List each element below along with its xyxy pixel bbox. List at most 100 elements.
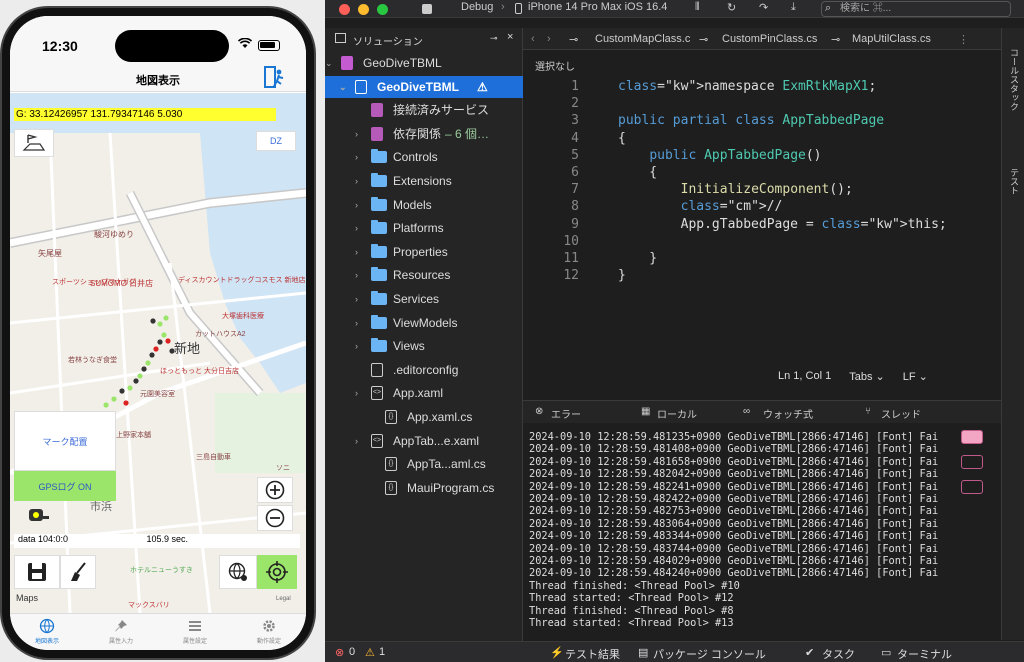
pin-icon[interactable]: ⊸ xyxy=(490,33,498,44)
tab-attribute-input[interactable]: 属性入力 xyxy=(84,614,158,650)
stop-icon[interactable] xyxy=(422,4,432,14)
test-results[interactable]: テスト結果 xyxy=(565,646,620,662)
save-button[interactable] xyxy=(14,555,60,589)
output-panel: ⊗ エラー ▦ ローカル ∞ ウォッチ式 ⑂ スレッド 2024-09-10 1… xyxy=(523,400,1001,640)
search-input[interactable]: 検索に ⌘... xyxy=(821,1,1011,17)
chevron-down-icon[interactable]: ⌄ xyxy=(325,52,333,74)
warning-icon[interactable]: ⚠ xyxy=(365,646,375,659)
tab-pin-icon[interactable]: ⊸ xyxy=(569,33,578,46)
tree-item-controls[interactable]: › Controls xyxy=(325,146,523,168)
tree-item-mauiprogram-cs[interactable]: {} MauiProgram.cs xyxy=(325,477,523,499)
exit-icon[interactable] xyxy=(262,65,288,91)
chevron-right-icon[interactable]: › xyxy=(547,33,551,45)
locate-button[interactable] xyxy=(257,555,297,589)
clear-button[interactable] xyxy=(60,555,96,589)
chevron-right-icon[interactable]: › xyxy=(355,123,358,145)
call-stack-panel-label[interactable]: コールスタック xyxy=(1008,48,1021,111)
tree-item--editorconfig[interactable]: .editorconfig xyxy=(325,359,523,381)
chevron-right-icon[interactable]: › xyxy=(355,430,358,452)
error-count-icon[interactable]: ⊗ xyxy=(335,646,344,659)
dz-button[interactable]: DZ xyxy=(256,131,296,151)
more-tabs-icon[interactable]: ⋮ xyxy=(958,33,969,46)
chevron-right-icon[interactable]: › xyxy=(355,194,358,216)
tab-pin-icon[interactable]: ⊸ xyxy=(699,33,708,46)
tree-item-extensions[interactable]: › Extensions xyxy=(325,170,523,192)
tab-custompinclass[interactable]: CustomPinClass.cs xyxy=(722,33,817,45)
code-editor[interactable]: ‹ › ⊸ CustomMapClass.c ⊸ CustomPinClass.… xyxy=(523,28,1001,398)
tape-measure-icon[interactable] xyxy=(26,505,52,525)
refresh-icon[interactable]: ↻ xyxy=(727,1,736,14)
tab-operation-settings[interactable]: 動作設定 xyxy=(232,614,306,650)
close-window-icon[interactable] xyxy=(339,4,350,15)
tree-item-views[interactable]: › Views xyxy=(325,335,523,357)
cursor-position[interactable]: Ln 1, Col 1 xyxy=(778,370,831,383)
close-icon[interactable]: × xyxy=(507,31,513,43)
step-into-icon[interactable]: ⤓ xyxy=(791,1,796,14)
tree-item-app-xaml-cs[interactable]: {} App.xaml.cs xyxy=(325,406,523,428)
tree-item-apptab-e-xaml[interactable]: › <> AppTab...e.xaml xyxy=(325,430,523,452)
tab-pin-icon[interactable]: ⊸ xyxy=(831,33,840,46)
test-panel-label[interactable]: テスト xyxy=(1008,168,1021,195)
chevron-right-icon[interactable]: › xyxy=(355,288,358,310)
tab-locals[interactable]: ローカル xyxy=(657,406,697,421)
chevron-right-icon[interactable]: › xyxy=(355,382,358,404)
map-layer-button[interactable] xyxy=(14,129,54,157)
terminal[interactable]: ターミナル xyxy=(897,646,952,662)
tree-item-platforms[interactable]: › Platforms xyxy=(325,217,523,239)
tab-custommapclass[interactable]: CustomMapClass.c xyxy=(595,33,690,45)
tree-item--[interactable]: 接続済みサービス xyxy=(325,99,523,121)
tab-maputilclass[interactable]: MapUtilClass.cs xyxy=(852,33,931,45)
globe-settings-button[interactable] xyxy=(219,555,257,589)
zoom-in-button[interactable] xyxy=(257,477,293,503)
mark-button[interactable]: マーク配置 xyxy=(14,411,116,471)
breadcrumb[interactable]: 選択なし xyxy=(535,58,575,73)
tree-item-services[interactable]: › Services xyxy=(325,288,523,310)
tree-item-models[interactable]: › Models xyxy=(325,194,523,216)
list-icon xyxy=(189,621,201,631)
chevron-right-icon[interactable]: › xyxy=(355,312,358,334)
pin-output-icon[interactable] xyxy=(961,480,983,494)
tree-item-properties[interactable]: › Properties xyxy=(325,241,523,263)
line-number: 12 xyxy=(563,268,579,284)
tree-item-appta-aml-cs[interactable]: {} AppTa...aml.cs xyxy=(325,453,523,475)
build-config-select[interactable]: Debug xyxy=(461,1,493,13)
device-select[interactable]: iPhone 14 Pro Max iOS 16.4 xyxy=(528,1,667,13)
zoom-window-icon[interactable] xyxy=(377,4,388,15)
tree-item--[interactable]: › 依存関係 – 6 個… xyxy=(325,123,523,145)
line-ending[interactable]: LF ⌄ xyxy=(903,370,928,383)
package-console[interactable]: パッケージ コンソール xyxy=(653,646,766,662)
tab-map[interactable]: 地図表示 xyxy=(10,614,84,650)
tab-threads[interactable]: スレッド xyxy=(881,406,921,421)
tree-item-viewmodels[interactable]: › ViewModels xyxy=(325,312,523,334)
tasks[interactable]: タスク xyxy=(822,646,855,662)
step-over-icon[interactable]: ↷ xyxy=(759,1,768,14)
tree-item-geodivetbml[interactable]: ⌄ GeoDiveTBML ⚠ xyxy=(325,75,523,98)
minimize-window-icon[interactable] xyxy=(358,4,369,15)
chevron-left-icon[interactable]: ‹ xyxy=(531,33,535,45)
tree-item-resources[interactable]: › Resources xyxy=(325,264,523,286)
error-count[interactable]: 0 xyxy=(349,646,355,658)
chevron-right-icon[interactable]: › xyxy=(355,335,358,357)
zoom-out-button[interactable] xyxy=(257,505,293,531)
tab-watch[interactable]: ウォッチ式 xyxy=(763,406,813,421)
chevron-right-icon[interactable]: › xyxy=(355,217,358,239)
tree-item-app-xaml[interactable]: › <> App.xaml xyxy=(325,382,523,404)
tab-attribute-settings[interactable]: 属性設定 xyxy=(158,614,232,650)
chevron-right-icon[interactable]: › xyxy=(355,146,358,168)
indent-mode[interactable]: Tabs ⌄ xyxy=(849,370,885,383)
application-output[interactable]: 2024-09-10 12:28:59.481235+0900 GeoDiveT… xyxy=(529,431,938,630)
map-view[interactable]: 新地 市浜 駿河ゆめり 矢尾屋 SUMOMO 日井店 ディスカウントドラッグコスモス 新地… xyxy=(10,93,306,613)
chevron-down-icon[interactable]: ⌄ xyxy=(339,76,347,98)
chevron-right-icon[interactable]: › xyxy=(355,264,358,286)
tree-item-geodivetbml[interactable]: ⌄ GeoDiveTBML xyxy=(325,52,523,74)
warning-count[interactable]: 1 xyxy=(379,646,385,658)
cs-file-icon: {} xyxy=(385,457,397,472)
chevron-right-icon[interactable]: › xyxy=(355,170,358,192)
split-icon[interactable]: ⫴ xyxy=(695,1,700,14)
legal-link[interactable]: Legal xyxy=(276,596,291,602)
eraser-icon[interactable] xyxy=(961,455,983,469)
gps-log-button[interactable]: GPSログ ON xyxy=(14,471,116,501)
tab-errors[interactable]: エラー xyxy=(551,406,581,421)
stop-output-icon[interactable] xyxy=(961,430,983,444)
chevron-right-icon[interactable]: › xyxy=(355,241,358,263)
